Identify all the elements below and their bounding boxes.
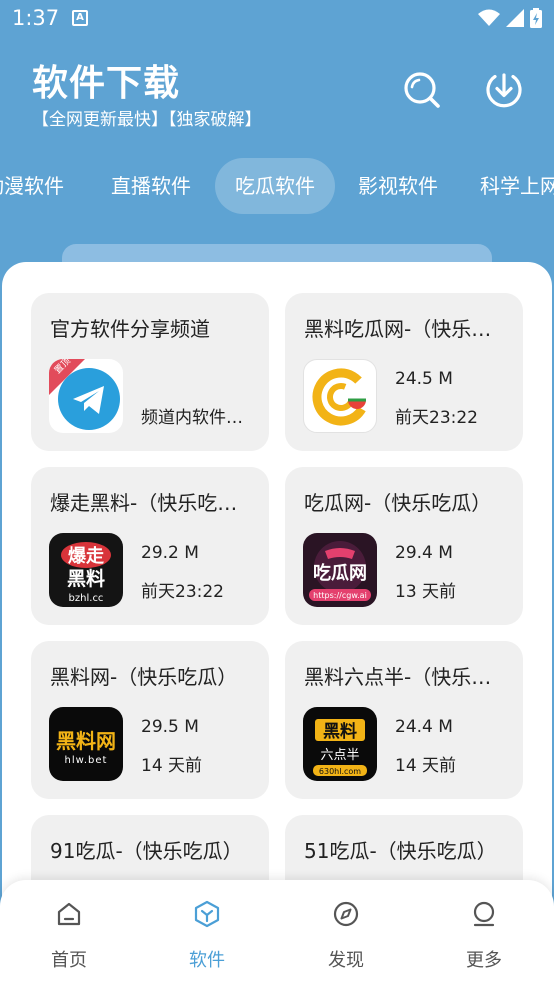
hlw-logo: 黑料网 hlw.bet — [49, 707, 123, 781]
download-icon — [486, 73, 522, 108]
svg-text:吃瓜网: 吃瓜网 — [313, 562, 367, 584]
app-card[interactable]: 吃瓜网-（快乐吃瓜） 吃瓜网 https://cgw.ai 29.4 M 13 … — [285, 467, 523, 625]
tab-gossip[interactable]: 吃瓜软件 — [215, 158, 335, 214]
svg-text:bzhl.cc: bzhl.cc — [69, 593, 104, 604]
download-button[interactable] — [480, 66, 528, 114]
app-card[interactable]: 黑料六点半-（快乐吃瓜） 黑料 六点半 630hl.com 24.4 M 14 … — [285, 641, 523, 799]
page-title: 软件下载 — [32, 63, 181, 104]
search-icon — [404, 72, 440, 108]
svg-text:630hl.com: 630hl.com — [319, 767, 361, 776]
telegram-icon: 置顶 — [49, 359, 123, 433]
nav-label: 软件 — [189, 950, 225, 971]
app-size: 29.4 M — [395, 543, 453, 563]
compass-icon — [333, 901, 359, 927]
svg-text:黑料: 黑料 — [67, 567, 105, 590]
nav-label: 首页 — [51, 950, 87, 971]
nav-label: 更多 — [466, 950, 502, 971]
app-title: 爆走黑料-（快乐吃瓜） — [50, 491, 256, 515]
svg-text:hlw.bet: hlw.bet — [65, 755, 108, 766]
category-tabs: 动漫软件 直播软件 吃瓜软件 影视软件 科学上网 — [0, 158, 554, 214]
bottom-nav: 首页 软件 发现 更多 — [0, 880, 554, 984]
signal-icon — [506, 9, 524, 27]
app-date: 14 天前 — [141, 756, 203, 776]
app-date: 14 天前 — [395, 756, 457, 776]
nav-more[interactable]: 更多 — [424, 880, 544, 984]
tab-vpn[interactable]: 科学上网 — [480, 158, 554, 214]
status-bar: 1:37 A — [0, 0, 554, 38]
wifi-icon — [478, 9, 500, 26]
app-size: 24.5 M — [395, 369, 453, 389]
status-icons — [478, 8, 542, 28]
app-card[interactable]: 官方软件分享频道 置顶 频道内软件… — [31, 293, 269, 451]
nav-apps[interactable]: 软件 — [147, 880, 267, 984]
tab-anime[interactable]: 动漫软件 — [0, 158, 64, 214]
app-list: 官方软件分享频道 置顶 频道内软件… 黑料吃瓜网-（快乐吃瓜） 24.5 M 前… — [2, 262, 552, 984]
app-title: 吃瓜网-（快乐吃瓜） — [304, 491, 492, 515]
search-button[interactable] — [398, 66, 446, 114]
630hl-logo: 黑料 六点半 630hl.com — [303, 707, 377, 781]
app-date: 13 天前 — [395, 582, 457, 602]
bzhl-logo: 爆走 黑料 bzhl.cc — [49, 533, 123, 607]
apps-icon — [194, 900, 220, 928]
svg-text:六点半: 六点半 — [320, 748, 359, 763]
notification-a-icon: A — [72, 10, 88, 26]
nav-discover[interactable]: 发现 — [286, 880, 406, 984]
app-title: 黑料吃瓜网-（快乐吃瓜） — [304, 317, 510, 341]
app-size: 29.2 M — [141, 543, 199, 563]
app-date: 前天23:22 — [141, 582, 224, 602]
app-size: 29.5 M — [141, 717, 199, 737]
app-card[interactable]: 爆走黑料-（快乐吃瓜） 爆走 黑料 bzhl.cc 29.2 M 前天23:22 — [31, 467, 269, 625]
svg-text:爆走: 爆走 — [68, 546, 104, 567]
battery-icon — [530, 8, 542, 28]
svg-text:黑料网: 黑料网 — [56, 729, 116, 753]
app-card[interactable]: 黑料吃瓜网-（快乐吃瓜） 24.5 M 前天23:22 — [285, 293, 523, 451]
app-title: 51吃瓜-（快乐吃瓜） — [304, 839, 497, 863]
status-time: 1:37 — [12, 6, 60, 30]
tab-live[interactable]: 直播软件 — [111, 158, 191, 214]
nav-label: 发现 — [328, 950, 364, 971]
app-title: 官方软件分享频道 — [50, 317, 210, 341]
app-title: 91吃瓜-（快乐吃瓜） — [50, 839, 243, 863]
cg-watermelon-logo — [303, 359, 377, 433]
app-title: 黑料网-（快乐吃瓜） — [50, 665, 238, 689]
app-size: 24.4 M — [395, 717, 453, 737]
page-subtitle: 【全网更新最快】【独家破解】 — [32, 110, 262, 130]
cgw-logo: 吃瓜网 https://cgw.ai — [303, 533, 377, 607]
profile-icon — [473, 901, 495, 927]
nav-home[interactable]: 首页 — [9, 880, 129, 984]
tab-video[interactable]: 影视软件 — [358, 158, 438, 214]
svg-text:黑料: 黑料 — [323, 721, 357, 742]
svg-text:https://cgw.ai: https://cgw.ai — [313, 591, 367, 600]
home-icon — [57, 902, 81, 926]
app-title: 黑料六点半-（快乐吃瓜） — [304, 665, 510, 689]
app-desc: 频道内软件… — [141, 408, 243, 428]
app-date: 前天23:22 — [395, 408, 478, 428]
app-card[interactable]: 黑料网-（快乐吃瓜） 黑料网 hlw.bet 29.5 M 14 天前 — [31, 641, 269, 799]
